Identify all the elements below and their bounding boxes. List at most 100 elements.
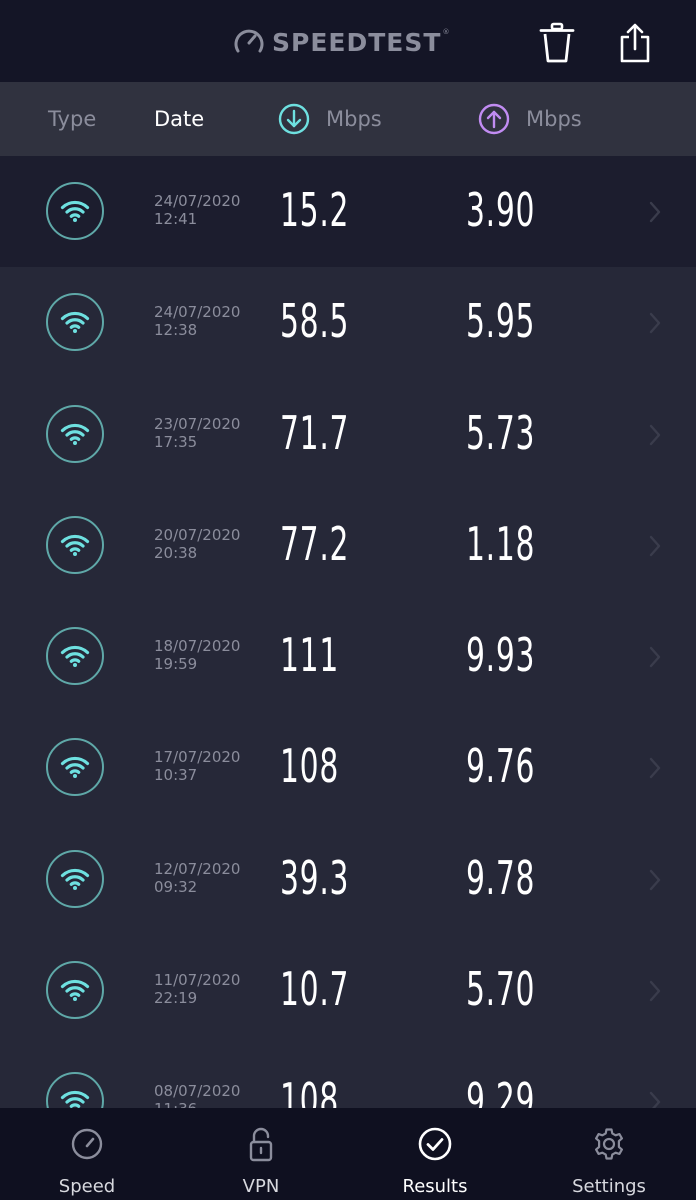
- download-speed: 58.5: [280, 294, 350, 349]
- wifi-icon: [60, 868, 90, 890]
- chevron-right-icon: [649, 201, 661, 223]
- result-time: 12:41: [154, 210, 198, 228]
- brand-name: SPEEDTEST: [272, 27, 442, 57]
- speedometer-icon: [71, 1128, 103, 1160]
- sort-by-upload[interactable]: Mbps: [478, 82, 582, 156]
- result-row[interactable]: 20/07/2020 20:38 77.2 1.18: [0, 489, 696, 602]
- download-speed: 10.7: [280, 962, 350, 1017]
- result-row[interactable]: 17/07/2020 10:37 108 9.76: [0, 712, 696, 824]
- result-time: 17:35: [154, 432, 198, 451]
- wifi-icon: [60, 757, 90, 779]
- nav-vpn-label: VPN: [242, 1176, 280, 1197]
- upload-unit-label: Mbps: [526, 107, 582, 131]
- upload-speed: 3.90: [466, 183, 536, 237]
- result-row[interactable]: 24/07/2020 12:41 15.2 3.90: [0, 156, 696, 268]
- download-speed: 108: [280, 739, 340, 794]
- download-speed: 39.3: [280, 850, 350, 905]
- wifi-type-badge: [46, 849, 104, 908]
- download-speed: 15.2: [280, 183, 350, 237]
- nav-vpn[interactable]: VPN: [174, 1108, 348, 1200]
- result-row[interactable]: 08/07/202011:36 108 9.29: [0, 1046, 696, 1108]
- download-unit-label: Mbps: [326, 107, 382, 131]
- upload-speed: 5.73: [466, 405, 536, 460]
- gear-icon: [595, 1128, 623, 1160]
- download-arrow-icon: [278, 103, 310, 135]
- wifi-icon: [60, 200, 90, 222]
- result-row[interactable]: 12/07/2020 09:32 39.3 9.78: [0, 823, 696, 936]
- result-datetime: 18/07/2020 19:59: [154, 637, 240, 673]
- result-datetime: 17/07/2020 10:37: [154, 748, 240, 784]
- result-time: 22:19: [154, 989, 198, 1008]
- result-datetime: 24/07/2020 12:41: [154, 192, 240, 228]
- result-time: 09:32: [154, 877, 198, 896]
- download-speed: 77.2: [280, 516, 350, 571]
- upload-speed: 9.29: [466, 1073, 536, 1108]
- wifi-icon: [60, 979, 90, 1002]
- download-speed: 71.7: [280, 405, 350, 460]
- result-time: 19:59: [154, 655, 198, 674]
- checkmark-circle-icon: [418, 1127, 452, 1161]
- result-date: 18/07/2020: [154, 637, 241, 656]
- upload-speed: 9.78: [466, 850, 536, 905]
- nav-speed-label: Speed: [58, 1176, 116, 1197]
- chevron-right-icon: [649, 869, 661, 890]
- wifi-type-badge: [46, 404, 104, 463]
- result-row[interactable]: 24/07/2020 12:38 58.5 5.95: [0, 267, 696, 379]
- wifi-type-badge: [46, 1072, 104, 1108]
- speedometer-icon: [234, 29, 264, 53]
- wifi-icon: [60, 1091, 90, 1108]
- trash-icon: [539, 22, 575, 63]
- result-date: 11/07/2020: [154, 971, 241, 990]
- share-icon: [620, 23, 650, 63]
- nav-settings[interactable]: Settings: [522, 1108, 696, 1200]
- sort-by-type[interactable]: Type: [48, 82, 96, 156]
- nav-results-label: Results: [402, 1176, 468, 1197]
- result-date: 20/07/2020: [154, 525, 241, 544]
- speedtest-logo: SPEEDTEST ®: [232, 24, 449, 60]
- top-bar: SPEEDTEST ®: [0, 0, 696, 82]
- sort-by-date[interactable]: Date: [154, 82, 204, 156]
- result-row[interactable]: 23/07/2020 17:35 71.7 5.73: [0, 378, 696, 490]
- result-date: 23/07/2020: [154, 414, 241, 433]
- wifi-type-badge: [46, 515, 104, 574]
- nav-speed[interactable]: Speed: [0, 1108, 174, 1200]
- result-datetime: 23/07/2020 17:35: [154, 415, 240, 451]
- result-row[interactable]: 11/07/2020 22:19 10.7 5.70: [0, 935, 696, 1047]
- result-date: 17/07/2020: [154, 748, 241, 767]
- wifi-icon: [60, 534, 90, 556]
- nav-settings-label: Settings: [572, 1176, 646, 1197]
- wifi-icon: [60, 423, 90, 445]
- trademark-mark: ®: [442, 28, 450, 36]
- wifi-type-badge: [46, 293, 104, 352]
- wifi-type-badge: [46, 182, 104, 240]
- result-datetime: 11/07/2020 22:19: [154, 971, 240, 1007]
- result-datetime: 08/07/202011:36: [154, 1082, 240, 1108]
- chevron-right-icon: [649, 424, 661, 445]
- results-list[interactable]: 24/07/2020 12:41 15.2 3.90 24/07/2020 12:38 58…: [0, 156, 696, 1108]
- result-row[interactable]: 18/07/2020 19:59 111 9.93: [0, 601, 696, 713]
- result-time: 11:36: [154, 1100, 240, 1108]
- sort-by-download[interactable]: Mbps: [278, 82, 382, 156]
- result-date: 24/07/2020: [154, 303, 241, 322]
- download-speed: 111: [280, 628, 340, 683]
- result-datetime: 20/07/2020 20:38: [154, 526, 240, 562]
- upload-speed: 9.93: [466, 628, 536, 683]
- column-header: Type Date Mbps Mbps: [0, 82, 696, 156]
- result-datetime: 24/07/2020 12:38: [154, 303, 240, 339]
- delete-results-button[interactable]: [532, 18, 582, 68]
- upload-speed: 5.95: [466, 294, 536, 349]
- result-time: 10:37: [154, 766, 198, 785]
- result-date: 12/07/2020: [154, 859, 241, 878]
- wifi-type-badge: [46, 627, 104, 686]
- upload-arrow-icon: [478, 103, 510, 135]
- nav-results[interactable]: Results: [348, 1108, 522, 1200]
- wifi-icon: [60, 646, 90, 668]
- unlocked-padlock-icon: [249, 1127, 273, 1162]
- result-date: 08/07/2020: [154, 1082, 241, 1101]
- share-button[interactable]: [610, 18, 660, 68]
- wifi-type-badge: [46, 961, 104, 1020]
- download-speed: 108: [280, 1073, 340, 1108]
- chevron-right-icon: [649, 758, 661, 779]
- upload-speed: 9.76: [466, 739, 536, 794]
- bottom-navigation: Speed VPN Results Settings: [0, 1108, 696, 1200]
